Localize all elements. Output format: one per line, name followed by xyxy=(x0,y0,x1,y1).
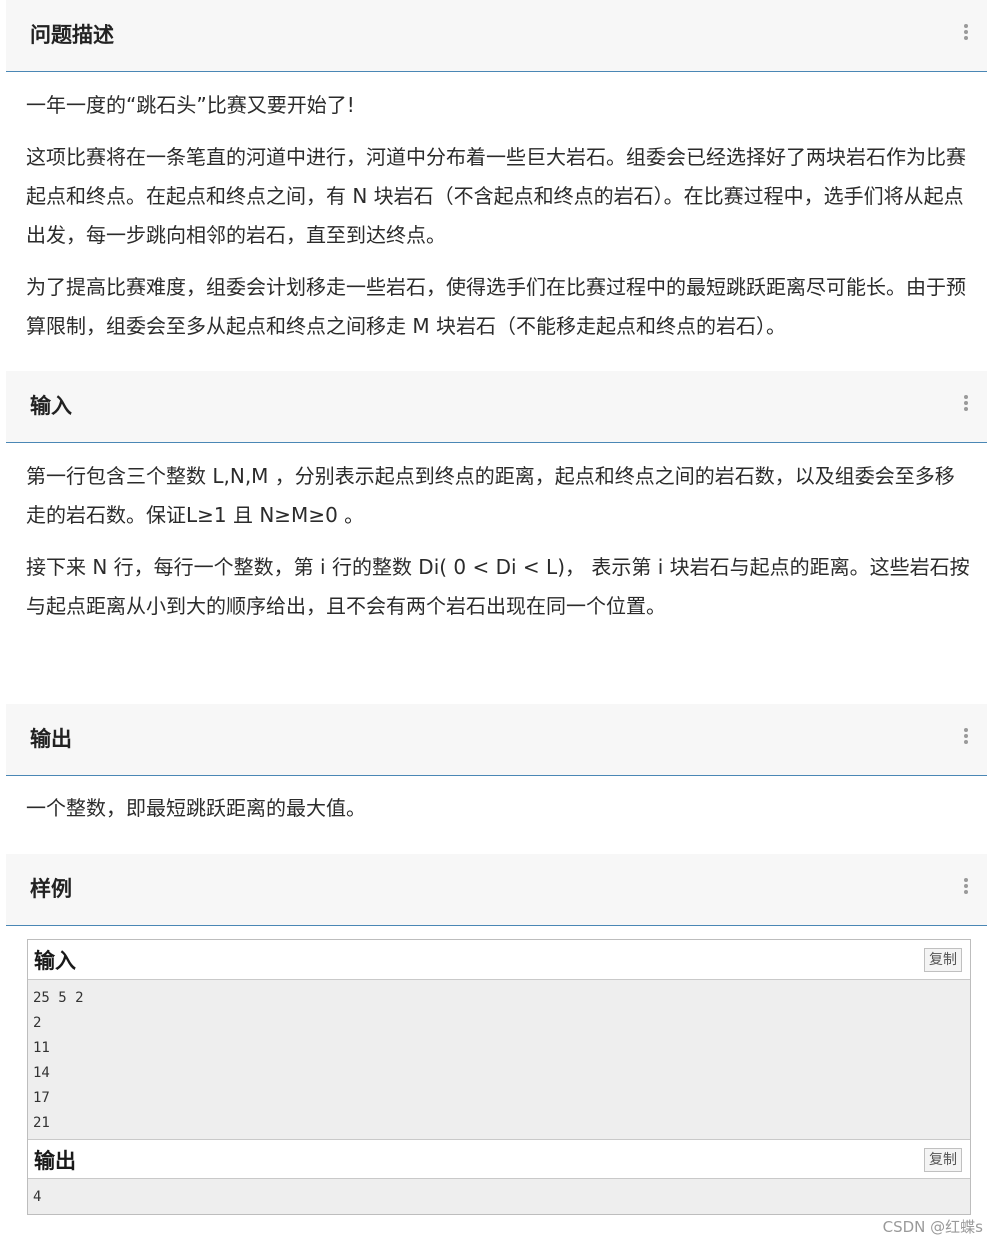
sample-box: 输入 复制 25 5 2 2 11 14 17 21 输出 复制 4 xyxy=(27,939,971,1215)
description-paragraph-1: 一年一度的“跳石头”比赛又要开始了! xyxy=(26,93,355,117)
copy-input-button[interactable]: 复制 xyxy=(924,948,962,972)
more-options-icon[interactable] xyxy=(963,728,969,746)
code-line: 14 xyxy=(33,1065,50,1081)
output-paragraph-1: 一个整数，即最短跳跃距离的最大值。 xyxy=(26,796,366,820)
input-paragraph-2: 接下来 N 行，每行一个整数，第 i 行的整数 Di( 0 < Di < L)，… xyxy=(26,555,970,618)
description-paragraph-3: 为了提高比赛难度，组委会计划移走一些岩石，使得选手们在比赛过程中的最短跳跃距离尽… xyxy=(26,275,966,338)
sample-output-header: 输出 复制 xyxy=(28,1139,970,1179)
section-title: 输入 xyxy=(30,394,72,418)
section-title: 输出 xyxy=(30,727,72,751)
watermark: CSDN @红蝶s xyxy=(882,1218,983,1236)
code-line: 21 xyxy=(33,1115,50,1131)
sample-input-label: 输入 xyxy=(34,949,76,973)
description-paragraph-2: 这项比赛将在一条笔直的河道中进行，河道中分布着一些巨大岩石。组委会已经选择好了两… xyxy=(26,145,966,247)
sample-output-label: 输出 xyxy=(34,1149,76,1173)
section-header-description: 问题描述 xyxy=(6,0,987,72)
section-header-sample: 样例 xyxy=(6,854,987,926)
section-header-output: 输出 xyxy=(6,704,987,776)
section-title: 问题描述 xyxy=(30,23,114,47)
code-line: 17 xyxy=(33,1090,50,1106)
section-title: 样例 xyxy=(30,877,72,901)
section-header-input: 输入 xyxy=(6,371,987,443)
input-paragraph-1: 第一行包含三个整数 L,N,M ，分别表示起点到终点的距离，起点和终点之间的岩石… xyxy=(26,464,955,527)
code-line: 11 xyxy=(33,1040,50,1056)
code-line: 4 xyxy=(33,1189,42,1205)
sample-output-code[interactable]: 4 xyxy=(28,1179,970,1214)
code-line: 2 xyxy=(33,1015,42,1031)
code-line: 25 5 2 xyxy=(33,990,84,1006)
more-options-icon[interactable] xyxy=(963,24,969,42)
sample-input-header: 输入 复制 xyxy=(28,940,970,980)
sample-input-code[interactable]: 25 5 2 2 11 14 17 21 xyxy=(28,980,970,1139)
copy-output-button[interactable]: 复制 xyxy=(924,1148,962,1172)
more-options-icon[interactable] xyxy=(963,395,969,413)
more-options-icon[interactable] xyxy=(963,878,969,896)
